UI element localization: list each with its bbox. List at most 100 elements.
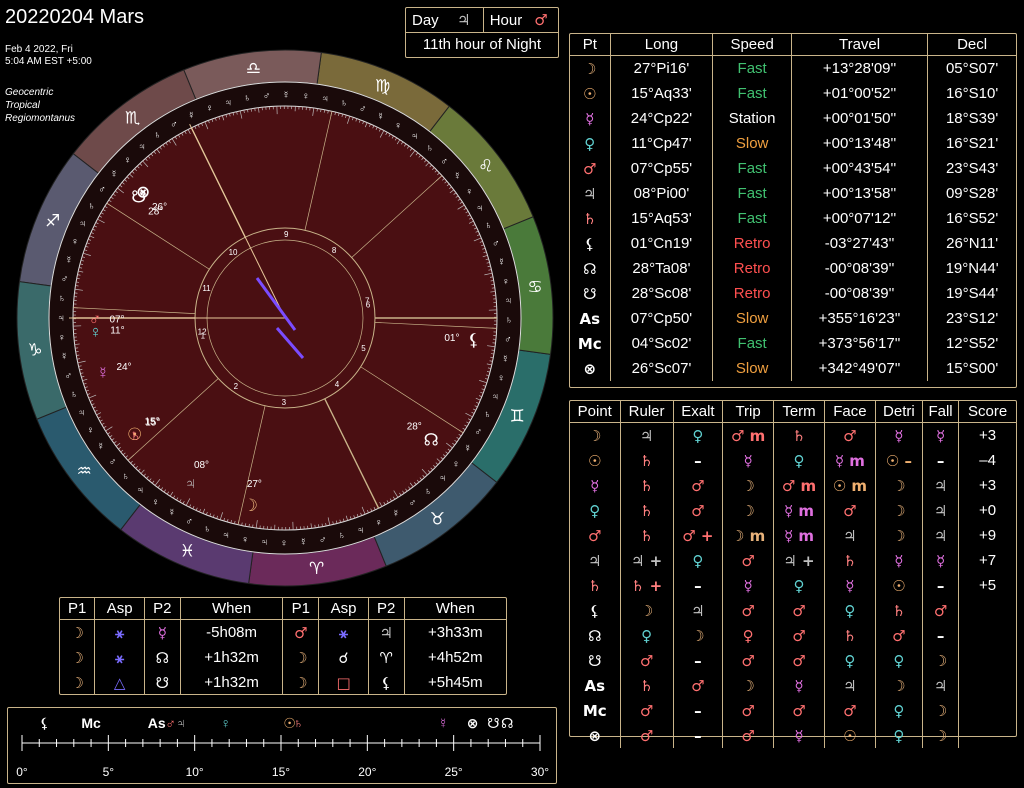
- declination: 26°N11': [927, 231, 1016, 256]
- table-row: ⊗ ♂ – ♂ ☿ ☉ ♀ ☽: [570, 723, 1016, 748]
- table-row: ♀ ♄ ♂ ☽ ☿ m ♂ ☽ ♃ +0: [570, 498, 1016, 523]
- body-degree: 27°: [247, 479, 262, 490]
- dignity-cell: ☉: [823, 723, 876, 748]
- longitude: 28°Ta08': [609, 256, 713, 281]
- dignity-cell: ♃: [588, 551, 602, 570]
- table-row: As ♄ ♂ ☽ ☿ ♃ ☽ ♃: [570, 673, 1016, 698]
- dignity-cell: ☊: [588, 626, 602, 645]
- longitude: 11°Cp47': [609, 131, 713, 156]
- dignity-cell: ♂: [619, 648, 674, 673]
- pt-header-0: Pt: [570, 34, 611, 56]
- body-glyph-icon: ♂: [89, 309, 102, 328]
- pt-header-4: Decl: [927, 34, 1016, 56]
- aspect-glyph-icon: ♃: [367, 619, 405, 645]
- term-glyph-icon: ♃: [261, 537, 269, 548]
- dignity-cell: ♂: [921, 598, 959, 623]
- dignity-cell: ☋: [588, 651, 602, 670]
- dignity-cell: ☿: [921, 422, 959, 448]
- term-glyph-icon: ☿: [97, 442, 105, 453]
- dignity-cell: ♂: [619, 723, 674, 748]
- timeline-marker-icon: As: [148, 715, 166, 731]
- timeline-label: 0°: [16, 765, 28, 779]
- timeline-label: 15°: [272, 765, 290, 779]
- planet-positions-table: Pt Long Speed Travel Decl ☽ 27°Pi16' Fast +13°2…: [569, 33, 1017, 388]
- term-glyph-icon: ♂: [65, 371, 73, 382]
- dignity-cell: As: [584, 676, 606, 695]
- planet-glyph-icon: ☽: [583, 59, 597, 78]
- planet-glyph-icon: ♄: [583, 209, 597, 228]
- declination: 16°S10': [927, 81, 1016, 106]
- planet-glyph-icon: ♂: [583, 159, 597, 178]
- dignity-cell: ♃ +: [619, 548, 674, 573]
- term-glyph-icon: ♄: [484, 410, 492, 421]
- table-row: ☿ 24°Cp22' Station +00°01'50'' 18°S39': [570, 106, 1016, 131]
- table-row: ☽ ⚹ ☿ -5h08m ♂ ⚹ ♃ +3h33m: [60, 619, 506, 645]
- dignity-cell: ♀: [619, 623, 674, 648]
- speed: Retro: [712, 281, 792, 306]
- longitude: 01°Cn19': [609, 231, 713, 256]
- dignity-cell: ♂: [722, 598, 774, 623]
- dignity-cell: ☽: [874, 473, 923, 498]
- term-glyph-icon: ☿: [110, 169, 118, 180]
- dignity-cell: ♀: [589, 501, 601, 520]
- term-glyph-icon: ♂: [409, 498, 417, 509]
- planet-glyph-icon: ☿: [585, 109, 595, 128]
- dignity-cell: ♄: [619, 523, 674, 548]
- term-glyph-icon: ♃: [78, 408, 86, 419]
- term-glyph-icon: ♀: [497, 373, 505, 384]
- term-glyph-icon: ♄: [426, 143, 434, 154]
- speed: Fast: [712, 181, 792, 206]
- term-glyph-icon: ♀: [152, 497, 160, 508]
- score: +7: [958, 548, 1016, 573]
- declination: 19°N44': [927, 256, 1016, 281]
- term-glyph-icon: ☿: [464, 443, 472, 454]
- table-row: ⚸ 01°Cn19' Retro -03°27'43'' 26°N11': [570, 231, 1016, 256]
- dignity-cell: ♀: [672, 422, 723, 448]
- dignity-cell: ☿: [874, 422, 923, 448]
- longitude: 28°Sc08': [609, 281, 713, 306]
- body-glyph-icon: ♃: [184, 474, 197, 493]
- sign-glyph-icon: ♈: [309, 559, 324, 578]
- house-number: 12: [198, 327, 207, 336]
- term-glyph-icon: ☿: [454, 171, 462, 182]
- planet-glyph-icon: ☊: [583, 259, 597, 278]
- term-glyph-icon: ♀: [124, 155, 131, 166]
- longitude: 07°Cp55': [609, 156, 713, 181]
- aspect-header-2: P2: [143, 598, 181, 620]
- dignity-header-2: Exalt: [672, 401, 723, 423]
- term-glyph-icon: ♄: [338, 531, 346, 542]
- table-row: ☽ 27°Pi16' Fast +13°28'09'' 05°S07': [570, 55, 1016, 81]
- timeline-label: 25°: [445, 765, 463, 779]
- dignity-cell: ♂: [823, 698, 876, 723]
- term-glyph-icon: ♂: [504, 335, 512, 346]
- term-glyph-icon: ♀: [302, 91, 310, 102]
- longitude: 08°Pi00': [609, 181, 713, 206]
- pt-header-3: Travel: [790, 34, 928, 56]
- term-glyph-icon: ♀: [452, 459, 460, 470]
- term-glyph-icon: ♀: [87, 425, 95, 436]
- timeline-marker-icon: ♀: [220, 715, 231, 731]
- sign-glyph-icon: ♌: [478, 157, 493, 176]
- term-glyph-icon: ♃: [491, 392, 499, 403]
- travel: -00°08'39'': [790, 256, 928, 281]
- dignity-cell: ☿: [921, 548, 959, 573]
- term-glyph-icon: ♀: [394, 121, 402, 132]
- body-glyph-icon: ☊: [424, 430, 439, 449]
- travel: -00°08'39'': [790, 281, 928, 306]
- dignity-cell: ♃: [823, 523, 876, 548]
- body-glyph-icon: ⊗: [136, 183, 150, 202]
- planet-glyph-icon: ♀: [584, 134, 596, 153]
- table-row: ☿ ♄ ♂ ☽ ♂ m ☉ m ☽ ♃ +3: [570, 473, 1016, 498]
- body-degree: 15°: [145, 418, 160, 429]
- term-glyph-icon: ♄: [122, 472, 130, 483]
- house-number: 4: [335, 380, 340, 389]
- term-glyph-icon: ♃: [57, 313, 64, 324]
- dignity-cell: ♀: [874, 723, 923, 748]
- sign-glyph-icon: ♉: [430, 510, 445, 529]
- aspect-glyph-icon: ☿: [143, 619, 181, 645]
- dignity-cell: ♄: [874, 598, 923, 623]
- speed: Fast: [712, 81, 792, 106]
- aspect-glyph-icon: ♈: [367, 645, 405, 670]
- dignity-cell: ☿: [590, 476, 600, 495]
- dignity-cell: ♂: [773, 698, 825, 723]
